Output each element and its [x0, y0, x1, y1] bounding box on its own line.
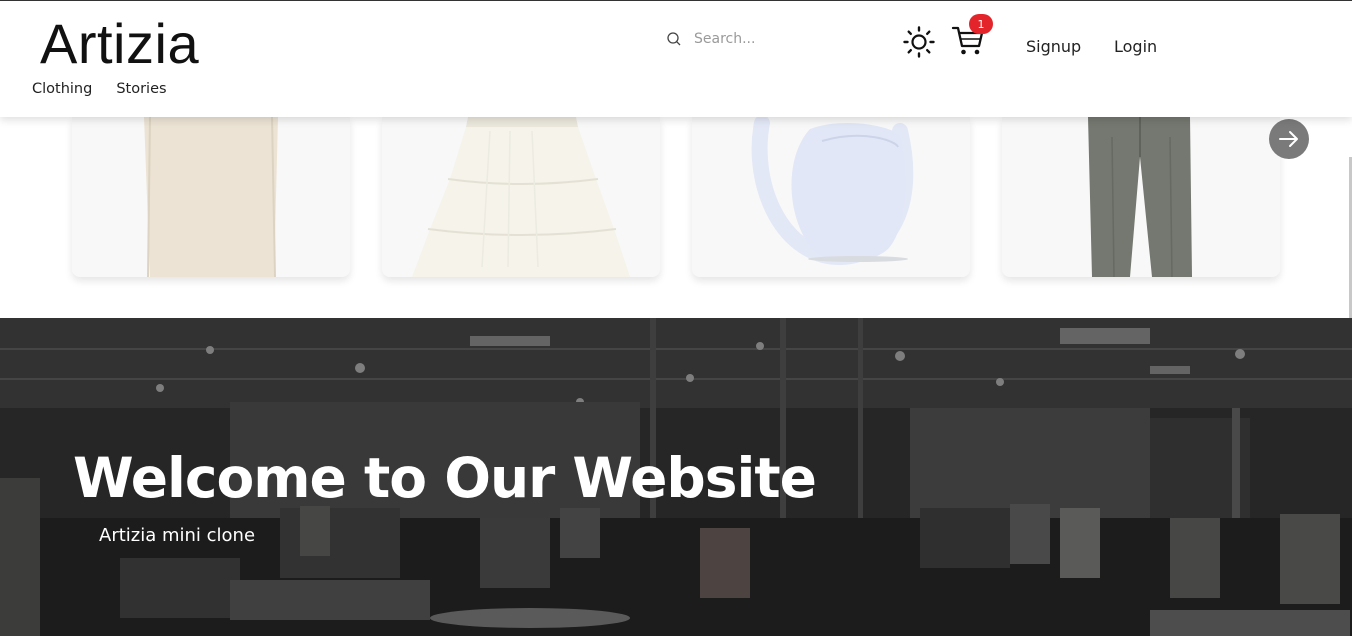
- login-link[interactable]: Login: [1114, 37, 1157, 56]
- site-logo[interactable]: Artizia: [40, 11, 199, 77]
- white-dress-image: [382, 117, 660, 277]
- hero-subtitle: Artizia mini clone: [99, 525, 256, 546]
- product-card-white-dress[interactable]: [382, 117, 660, 277]
- signup-link[interactable]: Signup: [1026, 37, 1081, 56]
- product-card-grey-trousers[interactable]: [1002, 117, 1280, 277]
- arrow-right-icon: [1279, 131, 1298, 147]
- carousel-next-button[interactable]: [1269, 119, 1309, 159]
- beige-pants-image: [72, 117, 350, 277]
- product-carousel: [0, 117, 1352, 318]
- site-header: Artizia Clothing Stories 1 Signup Log: [0, 0, 1352, 117]
- cart-count-badge: 1: [969, 14, 993, 34]
- hero-banner: Welcome to Our Website Artizia mini clon…: [0, 318, 1352, 636]
- grey-trousers-image: [1002, 117, 1280, 277]
- nav-item-stories[interactable]: Stories: [116, 81, 166, 97]
- blue-bag-image: [692, 117, 970, 277]
- product-card-beige-pants[interactable]: [72, 117, 350, 277]
- nav-item-clothing[interactable]: Clothing: [32, 81, 92, 97]
- main-nav: Clothing Stories: [32, 81, 167, 97]
- sun-icon[interactable]: [902, 25, 936, 59]
- hero-title: Welcome to Our Website: [73, 446, 817, 510]
- search-bar: [666, 31, 864, 47]
- product-card-blue-bag[interactable]: [692, 117, 970, 277]
- search-input[interactable]: [694, 31, 864, 47]
- search-icon[interactable]: [666, 31, 682, 47]
